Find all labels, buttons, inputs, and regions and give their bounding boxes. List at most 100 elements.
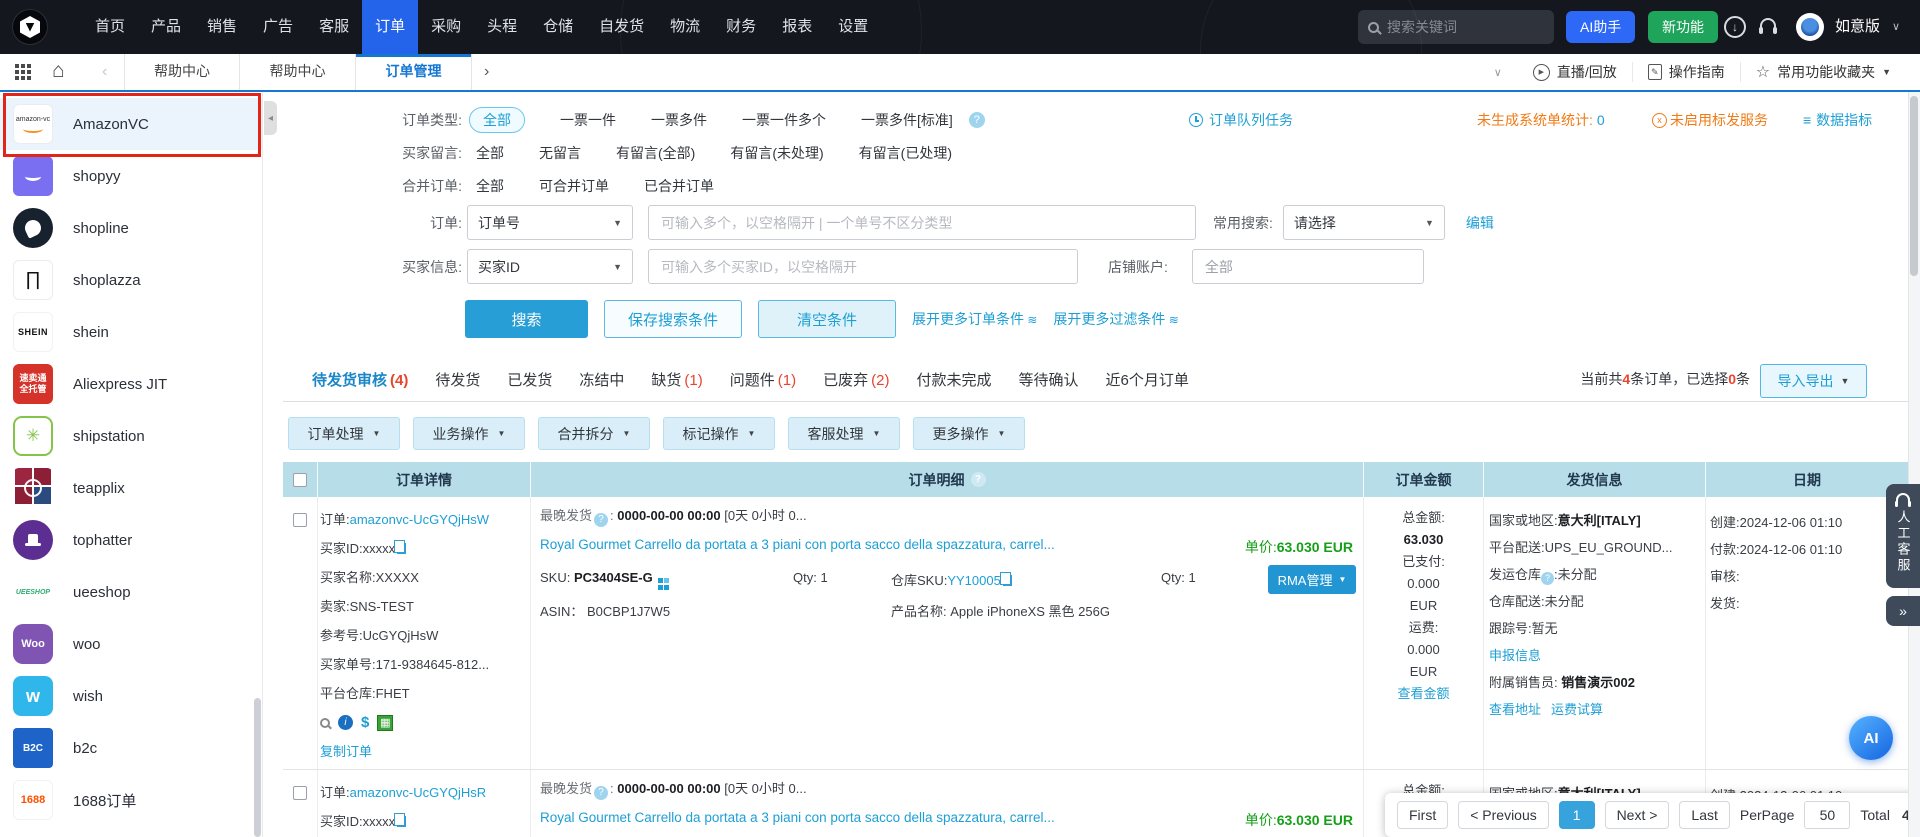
sidebar-item-teapplix[interactable]: teapplix bbox=[0, 462, 262, 514]
order-id-link[interactable]: amazonvc-UcGYQjHsR bbox=[350, 785, 487, 800]
favorites-button[interactable]: 常用功能收藏夹 bbox=[1739, 62, 1906, 82]
sidebar-item-shein[interactable]: SHEIN shein bbox=[0, 306, 262, 358]
help-icon[interactable] bbox=[594, 786, 609, 800]
filter-option[interactable]: 有留言(未处理) bbox=[730, 143, 823, 163]
view-address-link[interactable]: 查看地址 bbox=[1489, 696, 1541, 723]
action-business-ops[interactable]: 业务操作 bbox=[413, 417, 525, 450]
version-menu[interactable]: 如意版 bbox=[1835, 0, 1880, 54]
tab-order-management[interactable]: 订单管理 bbox=[356, 54, 472, 90]
action-order-process[interactable]: 订单处理 bbox=[288, 417, 400, 450]
sidebar-item-shopyy[interactable]: shopyy bbox=[0, 150, 262, 202]
product-title-link[interactable]: Royal Gourmet Carrello da portata a 3 pi… bbox=[540, 810, 1055, 825]
status-tab-problem[interactable]: 问题件 (1) bbox=[730, 369, 796, 390]
menu-item-ads[interactable]: 广告 bbox=[250, 0, 306, 54]
product-title-link[interactable]: Royal Gourmet Carrello da portata a 3 pi… bbox=[540, 537, 1055, 552]
order-queue-task-link[interactable]: 订单队列任务 bbox=[1189, 110, 1293, 130]
tabs-scroll-right-icon[interactable] bbox=[484, 54, 489, 89]
status-tab-awaiting-confirm[interactable]: 等待确认 bbox=[1019, 369, 1079, 390]
import-export-button[interactable]: 导入导出 bbox=[1760, 364, 1867, 398]
filter-option[interactable]: 一票一件多个 bbox=[742, 110, 826, 130]
filter-option[interactable]: 一票一件 bbox=[560, 110, 616, 130]
pagination-next-button[interactable]: Next > bbox=[1604, 801, 1670, 829]
status-tab-to-ship[interactable]: 待发货 bbox=[435, 369, 480, 390]
dollar-icon[interactable] bbox=[361, 708, 369, 737]
order-number-input[interactable] bbox=[648, 205, 1196, 240]
sidebar-scrollbar-thumb[interactable] bbox=[254, 698, 261, 837]
buyer-id-type-select[interactable]: 买家ID bbox=[467, 249, 633, 284]
menu-item-warehouse[interactable]: 仓储 bbox=[530, 0, 586, 54]
menu-item-products[interactable]: 产品 bbox=[138, 0, 194, 54]
row-checkbox[interactable] bbox=[293, 786, 307, 800]
copy-icon[interactable] bbox=[394, 540, 407, 554]
status-tab-pending-audit[interactable]: 待发货审核 (4) bbox=[312, 369, 408, 390]
help-icon[interactable] bbox=[970, 472, 986, 487]
rma-manage-button[interactable]: RMA管理 bbox=[1268, 565, 1356, 594]
filter-option[interactable]: 有留言(全部) bbox=[616, 143, 695, 163]
action-mark-ops[interactable]: 标记操作 bbox=[663, 417, 775, 450]
data-metrics-link[interactable]: 数据指标 bbox=[1803, 110, 1872, 130]
guide-button[interactable]: 操作指南 bbox=[1631, 62, 1740, 82]
menu-item-reports[interactable]: 报表 bbox=[769, 0, 825, 54]
help-icon[interactable] bbox=[594, 513, 609, 527]
flag-service-warning[interactable]: 未启用标发服务 bbox=[1652, 110, 1768, 130]
info-icon[interactable] bbox=[338, 715, 353, 730]
freight-estimate-link[interactable]: 运费试算 bbox=[1551, 696, 1603, 723]
apps-grid-icon[interactable] bbox=[15, 64, 31, 80]
view-amount-link[interactable]: 查看金额 bbox=[1397, 686, 1449, 701]
action-merge-split[interactable]: 合并拆分 bbox=[538, 417, 650, 450]
sidebar-item-woo[interactable]: Woo woo bbox=[0, 618, 262, 670]
human-service-tab[interactable]: 人工客服 bbox=[1886, 484, 1920, 588]
menu-item-settings[interactable]: 设置 bbox=[825, 0, 881, 54]
declare-info-link[interactable]: 申报信息 bbox=[1489, 648, 1541, 663]
sidebar-collapse-handle[interactable] bbox=[264, 101, 277, 135]
sidebar-item-shipstation[interactable]: shipstation bbox=[0, 410, 262, 462]
menu-item-purchase[interactable]: 采购 bbox=[418, 0, 474, 54]
filter-option[interactable]: 全部 bbox=[476, 143, 504, 163]
menu-item-service[interactable]: 客服 bbox=[306, 0, 362, 54]
copy-icon[interactable] bbox=[999, 572, 1012, 586]
menu-item-sales[interactable]: 销售 bbox=[194, 0, 250, 54]
status-tab-discarded[interactable]: 已废弃 (2) bbox=[823, 369, 889, 390]
row-checkbox[interactable] bbox=[293, 513, 307, 527]
pagination-page-1-active[interactable]: 1 bbox=[1558, 801, 1595, 829]
global-search-input[interactable] bbox=[1387, 19, 1537, 35]
status-tab-last-6-months[interactable]: 近6个月订单 bbox=[1106, 369, 1189, 390]
help-icon[interactable] bbox=[968, 112, 985, 128]
help-icon[interactable] bbox=[1541, 572, 1555, 585]
status-tab-out-of-stock[interactable]: 缺货 (1) bbox=[651, 369, 702, 390]
copy-icon[interactable] bbox=[394, 813, 407, 827]
filter-option[interactable]: 已合并订单 bbox=[644, 176, 714, 196]
sidebar-item-shopline[interactable]: shopline bbox=[0, 202, 262, 254]
sidebar-item-shoplazza[interactable]: shoplazza bbox=[0, 254, 262, 306]
ai-assistant-button[interactable]: AI助手 bbox=[1566, 11, 1636, 43]
headset-icon[interactable] bbox=[1759, 18, 1777, 34]
pagination-prev-button[interactable]: < Previous bbox=[1458, 801, 1549, 829]
sidebar-item-ueeshop[interactable]: UEESHOP ueeshop bbox=[0, 566, 262, 618]
sidebar-item-amazonvc[interactable]: amazon-vc AmazonVC bbox=[0, 98, 262, 150]
action-customer-service[interactable]: 客服处理 bbox=[788, 417, 900, 450]
select-all-checkbox[interactable] bbox=[293, 472, 307, 487]
filter-option[interactable]: 一票多件[标准] bbox=[861, 110, 953, 130]
expand-filter-conditions-link[interactable]: 展开更多过滤条件 bbox=[1053, 309, 1178, 329]
per-page-input[interactable] bbox=[1804, 801, 1851, 829]
pagination-first-button[interactable]: First bbox=[1397, 801, 1449, 829]
collapse-right-panel-tab[interactable] bbox=[1886, 596, 1920, 626]
order-number-type-select[interactable]: 订单号 bbox=[467, 205, 633, 240]
menu-item-logistics[interactable]: 物流 bbox=[657, 0, 713, 54]
home-icon[interactable] bbox=[52, 54, 65, 88]
menu-item-finance[interactable]: 财务 bbox=[713, 0, 769, 54]
status-tab-shipped[interactable]: 已发货 bbox=[507, 369, 552, 390]
expand-order-conditions-link[interactable]: 展开更多订单条件 bbox=[912, 309, 1037, 329]
page-scrollbar-thumb[interactable] bbox=[1910, 96, 1918, 276]
menu-item-orders[interactable]: 订单 bbox=[362, 0, 419, 54]
filter-option[interactable]: 一票多件 bbox=[651, 110, 707, 130]
status-tab-payment-incomplete[interactable]: 付款未完成 bbox=[916, 369, 991, 390]
filter-option[interactable]: 有留言(已处理) bbox=[859, 143, 952, 163]
clear-conditions-button[interactable]: 清空条件 bbox=[758, 300, 896, 338]
magnifier-icon[interactable] bbox=[320, 717, 330, 728]
buyer-id-input[interactable] bbox=[648, 249, 1078, 284]
live-replay-button[interactable]: 直播/回放 bbox=[1518, 62, 1632, 82]
order-id-link[interactable]: amazonvc-UcGYQjHsW bbox=[350, 512, 489, 527]
copy-order-link[interactable]: 复制订单 bbox=[320, 744, 372, 759]
filter-option[interactable]: 无留言 bbox=[539, 143, 581, 163]
